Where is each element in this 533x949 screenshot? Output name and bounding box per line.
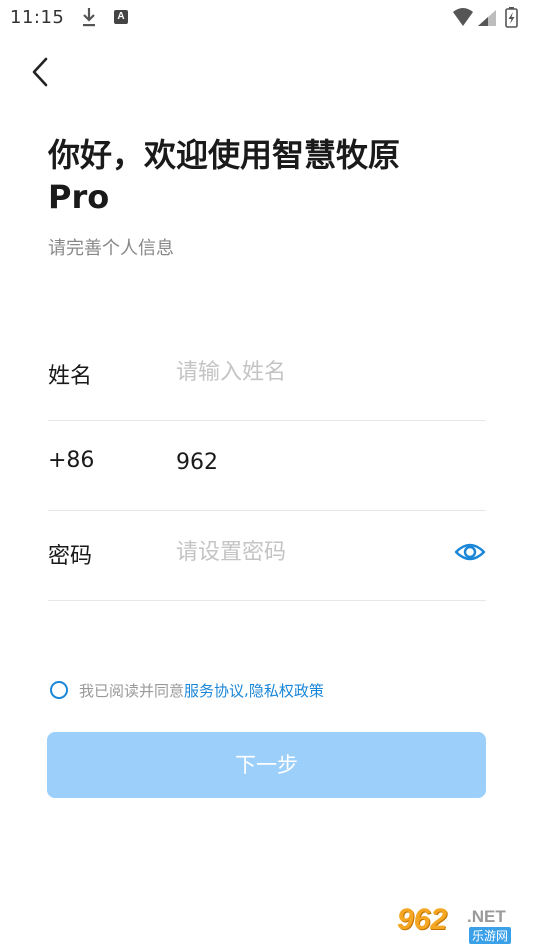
watermark-logo: 962 .NET 乐游网 xyxy=(397,903,527,945)
wifi-icon xyxy=(453,8,473,26)
eye-icon[interactable] xyxy=(454,536,486,568)
page-title-line1: 你好，欢迎使用智慧牧原 xyxy=(48,136,401,174)
agreement-text: 我已阅读并同意 xyxy=(79,681,185,700)
page-title-line2: Pro xyxy=(48,178,110,216)
password-input[interactable] xyxy=(176,532,436,572)
watermark-sub: 乐游网 xyxy=(469,927,512,944)
agreement-row: 我已阅读并同意 服务协议 , 隐私权政策 xyxy=(50,678,324,702)
phone-input[interactable] xyxy=(176,442,436,482)
agree-checkbox[interactable] xyxy=(50,681,68,699)
country-code-label: +86 xyxy=(48,448,95,473)
download-icon xyxy=(83,8,95,27)
privacy-policy-link[interactable]: 隐私权政策 xyxy=(249,680,324,701)
service-agreement-link[interactable]: 服务协议 xyxy=(184,680,244,701)
page-title: 你好，欢迎使用智慧牧原 Pro xyxy=(48,134,488,218)
next-button[interactable]: 下一步 xyxy=(47,732,486,798)
signal-icon xyxy=(478,10,496,26)
watermark-brand: 962 xyxy=(397,903,448,936)
status-bar: 11:15 A xyxy=(0,0,533,36)
password-row: 密码 xyxy=(48,510,486,601)
status-time: 11:15 xyxy=(10,7,65,28)
name-input[interactable] xyxy=(176,352,436,392)
back-button[interactable] xyxy=(26,52,58,92)
status-indicators xyxy=(453,7,518,28)
phone-row: +86 xyxy=(48,420,486,511)
app-a-icon: A xyxy=(114,10,128,24)
watermark-suffix: .NET xyxy=(467,907,506,926)
battery-charging-icon xyxy=(505,7,518,28)
page-subtitle: 请完善个人信息 xyxy=(48,238,174,259)
password-label: 密码 xyxy=(48,544,93,569)
chevron-left-icon xyxy=(32,57,48,87)
name-row: 姓名 xyxy=(48,330,486,421)
name-label: 姓名 xyxy=(48,364,93,389)
